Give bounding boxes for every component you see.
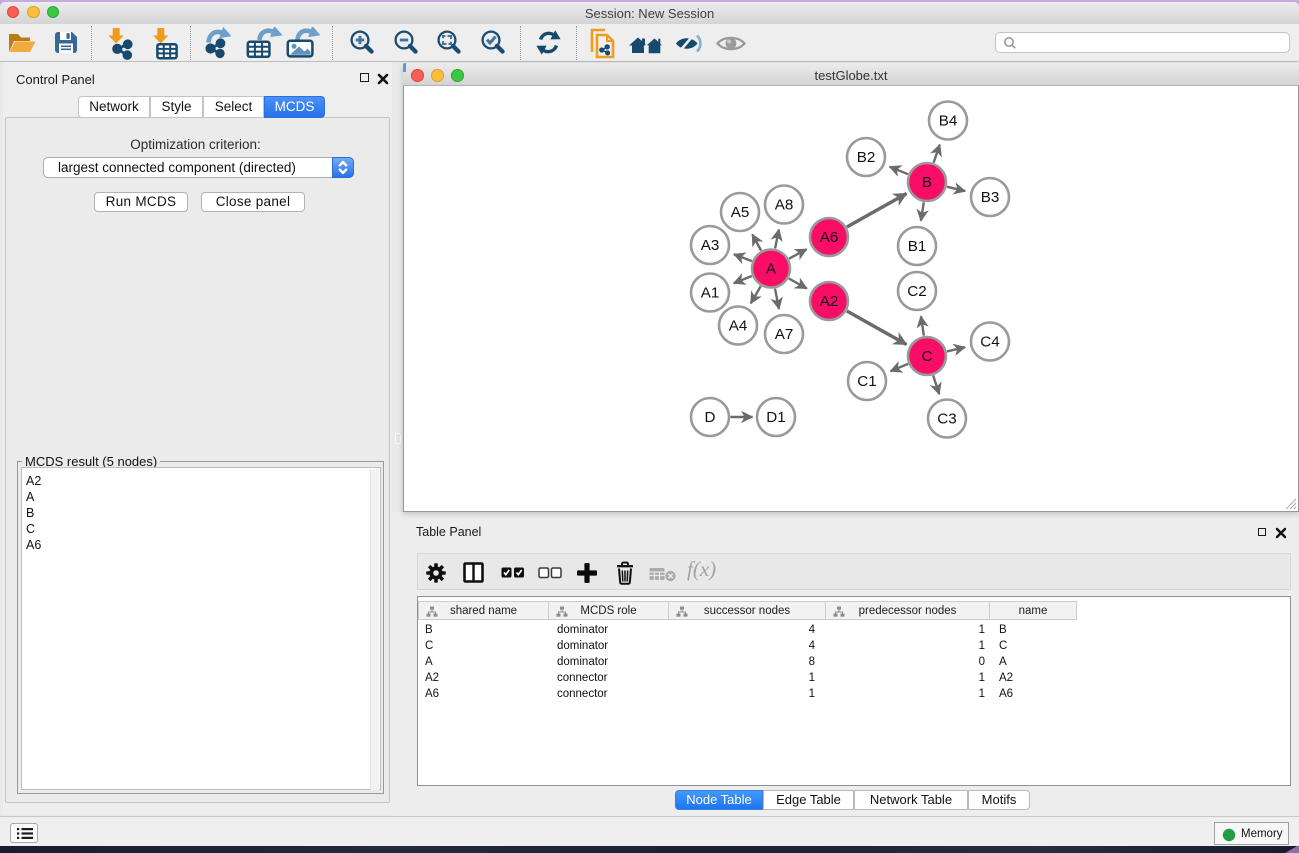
svg-text:A5: A5 [731,204,750,221]
svg-text:A3: A3 [701,237,720,254]
svg-text:B1: B1 [908,238,927,255]
svg-text:C2: C2 [907,283,926,300]
svg-text:A4: A4 [729,318,748,335]
svg-text:A: A [766,261,777,278]
svg-text:B: B [922,174,932,191]
svg-text:B3: B3 [981,189,1000,206]
svg-text:C3: C3 [937,411,956,428]
svg-text:A8: A8 [775,197,794,214]
svg-text:A7: A7 [775,326,794,343]
svg-text:D: D [705,409,716,426]
svg-text:C: C [922,348,933,365]
svg-text:B4: B4 [939,113,958,130]
svg-text:A1: A1 [701,285,720,302]
svg-text:A2: A2 [820,293,839,310]
svg-text:A6: A6 [820,229,839,246]
svg-text:B2: B2 [857,149,876,166]
svg-text:C4: C4 [980,334,999,351]
svg-text:D1: D1 [766,409,785,426]
svg-text:C1: C1 [857,373,876,390]
